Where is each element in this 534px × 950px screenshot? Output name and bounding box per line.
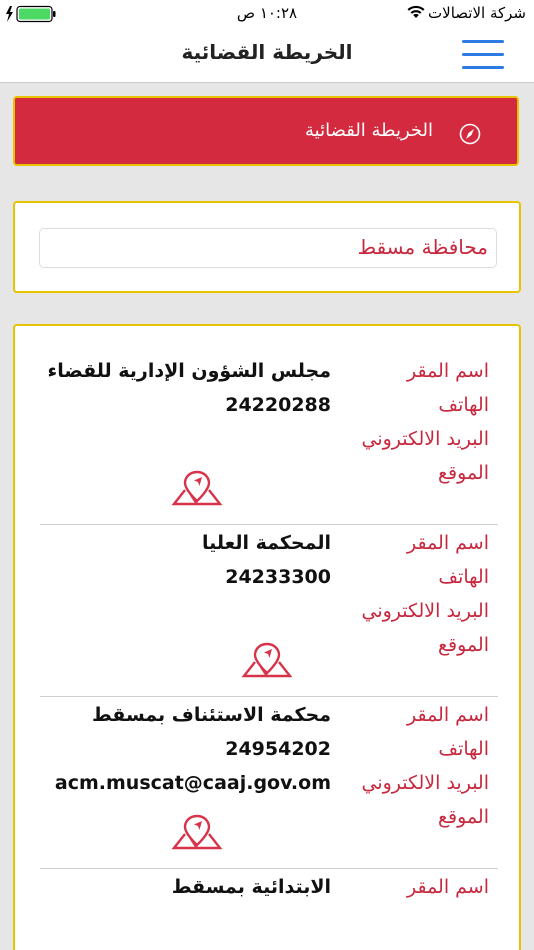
name-label: اسم المقر: [406, 876, 489, 898]
compass-icon: [459, 123, 481, 145]
court-phone[interactable]: 24954202: [225, 738, 331, 760]
email-label: البريد الالكتروني: [361, 428, 490, 450]
status-time: ١٠:٢٨ ص: [236, 4, 298, 22]
banner-label: الخريطة القضائية: [305, 120, 433, 141]
governorate-select[interactable]: محافظة مسقط: [39, 228, 497, 268]
court-list: اسم المقر مجلس الشؤون الإدارية للقضاء ال…: [13, 324, 521, 950]
email-label: البريد الالكتروني: [361, 600, 490, 622]
location-label: الموقع: [437, 462, 489, 484]
map-pin-icon[interactable]: [171, 812, 223, 852]
court-name: محكمة الاستئناف بمسقط: [91, 704, 331, 726]
divider: [40, 524, 498, 525]
court-email[interactable]: acm.muscat@caaj.gov.om: [55, 772, 331, 794]
divider: [40, 868, 498, 869]
judicial-map-banner: الخريطة القضائية: [13, 96, 519, 166]
phone-label: الهاتف: [438, 738, 489, 760]
court-name: مجلس الشؤون الإدارية للقضاء: [47, 360, 332, 382]
page-title: الخريطة القضائية: [181, 40, 353, 64]
phone-label: الهاتف: [438, 566, 489, 588]
court-name: الابتدائية بمسقط: [171, 876, 331, 898]
name-label: اسم المقر: [406, 704, 489, 726]
name-label: اسم المقر: [406, 532, 489, 554]
name-label: اسم المقر: [406, 360, 489, 382]
court-phone[interactable]: 24233300: [225, 566, 331, 588]
email-label: البريد الالكتروني: [361, 772, 490, 794]
battery-icon: [4, 5, 58, 23]
governorate-card: محافظة مسقط: [13, 201, 521, 293]
navigation-bar: الخريطة القضائية: [0, 28, 534, 83]
location-label: الموقع: [437, 806, 489, 828]
hamburger-menu-button[interactable]: [462, 38, 506, 72]
phone-label: الهاتف: [438, 394, 489, 416]
divider: [40, 696, 498, 697]
court-phone[interactable]: 24220288: [225, 394, 331, 416]
location-label: الموقع: [437, 634, 489, 656]
map-pin-icon[interactable]: [171, 468, 223, 508]
court-name: المحكمة العليا: [201, 532, 331, 554]
status-bar: شركة الاتصالات ١٠:٢٨ ص: [0, 0, 534, 28]
map-pin-icon[interactable]: [241, 640, 293, 680]
governorate-selected-value: محافظة مسقط: [357, 235, 488, 259]
menu-icon: [462, 40, 504, 43]
